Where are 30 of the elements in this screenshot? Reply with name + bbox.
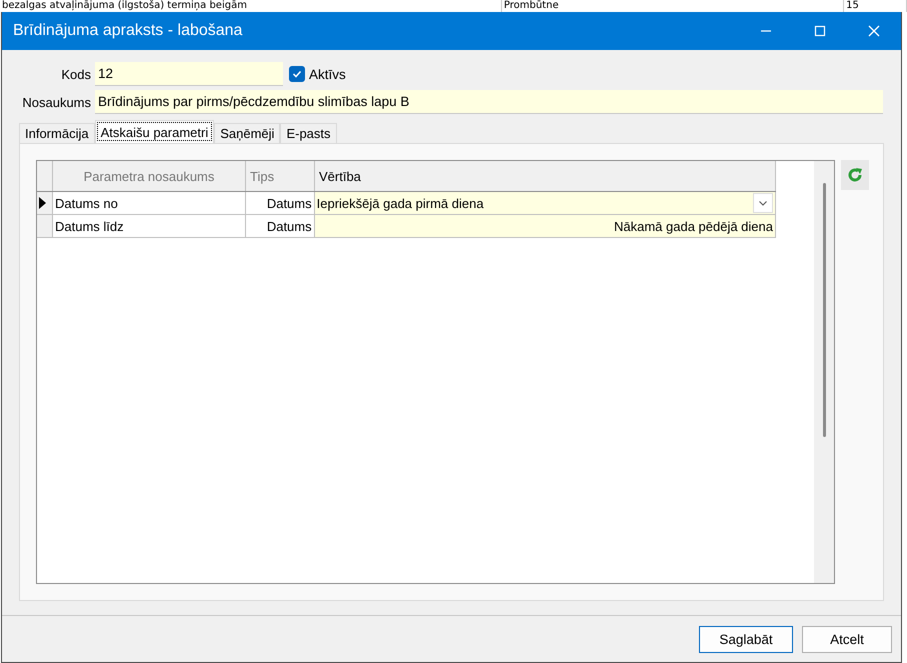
name-field[interactable]: Brīdinājums par pirms/pēcdzemdību slimības lapu B [95,90,883,114]
maximize-icon [814,25,826,37]
active-checkbox[interactable] [289,66,305,82]
tab[interactable]: E-pasts [280,123,337,143]
window-title: Brīdinājuma apraksts - labošana [12,22,244,40]
table-cell: Datums [246,215,315,237]
active-label: Aktīvs [309,66,346,82]
tab[interactable]: Informācija [19,123,95,143]
table-cell: Datums [246,192,315,214]
row-header[interactable] [37,192,53,214]
checkmark-icon [292,69,302,79]
row-pointer-icon [37,196,47,210]
chevron-down-icon [759,200,767,206]
tab[interactable]: Saņēmēji [214,123,280,143]
value-cell[interactable]: Iepriekšējā gada pirmā diena [314,192,776,214]
refresh-button[interactable] [841,160,869,190]
cancel-button[interactable]: Atcelt [802,626,892,652]
tab[interactable]: Atskaišu parametri [94,120,214,143]
value-cell[interactable]: Nākamā gada pēdējā diena [314,215,776,237]
column-header: Parametra nosaukums [53,161,246,191]
column-header: Tips [246,161,315,191]
scrollbar-thumb[interactable] [822,183,826,437]
column-header: Vērtība [315,161,776,191]
dropdown-button[interactable] [753,193,773,213]
code-label: Kods [60,66,91,82]
save-button[interactable]: Saglabāt [699,626,793,652]
name-label: Nosaukums [21,94,91,110]
close-icon [868,25,880,37]
refresh-icon [846,166,864,184]
code-field[interactable]: 12 [95,62,283,86]
